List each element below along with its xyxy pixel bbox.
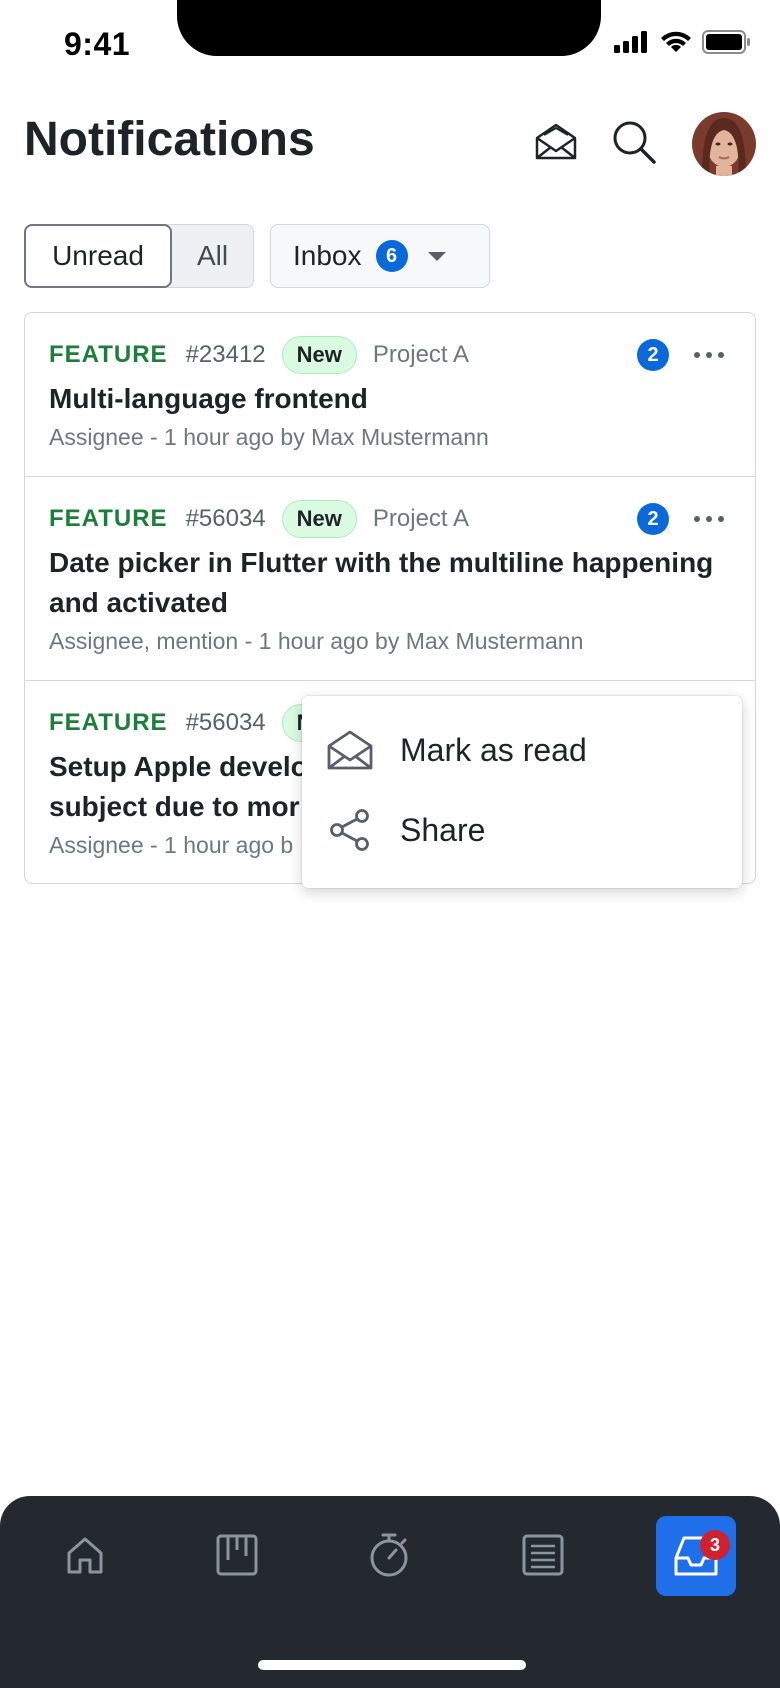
inbox-count-badge: 6: [375, 240, 408, 272]
nav-list[interactable]: [504, 1516, 582, 1594]
nav-inbox[interactable]: 3: [656, 1516, 736, 1596]
notification-project: Project A: [372, 505, 469, 532]
wifi-icon: [661, 31, 691, 52]
status-icons: [614, 30, 752, 54]
more-dot: [694, 516, 700, 522]
nav-timer[interactable]: [350, 1516, 428, 1594]
notification-subtitle: Assignee - 1 hour ago by Max Mustermann: [49, 424, 489, 450]
inbox-dropdown-label: Inbox: [293, 240, 362, 271]
status-time: 9:41: [64, 26, 131, 62]
stopwatch-icon: [370, 1533, 408, 1577]
more-options-button[interactable]: [687, 339, 731, 371]
share-icon: [326, 806, 374, 854]
status-badge: New: [281, 500, 357, 538]
notification-meta: FEATURE #56034 New Project A: [49, 499, 731, 539]
notification-type: FEATURE: [49, 709, 168, 736]
envelope-open-icon: [535, 123, 577, 160]
notification-title: Multi-language frontend: [49, 383, 368, 414]
filter-all-tab[interactable]: All: [172, 225, 253, 287]
notification-row[interactable]: FEATURE #56034 New Project A Date picker…: [25, 477, 755, 681]
inbox-badge: 3: [700, 1530, 730, 1560]
search-button[interactable]: [604, 112, 664, 172]
signal-icon: [614, 31, 647, 53]
battery-icon: [702, 30, 750, 54]
list-icon: [522, 1534, 564, 1576]
notification-row[interactable]: FEATURE #23412 New Project A Multi-langu…: [25, 313, 755, 477]
home-icon: [67, 1537, 103, 1574]
menu-item-label: Mark as read: [400, 731, 587, 768]
more-dot: [718, 352, 724, 358]
mark-all-read-button[interactable]: [526, 112, 586, 172]
notification-title: Date picker in Flutter with the multilin…: [49, 547, 714, 618]
home-indicator: [258, 1660, 526, 1670]
page-title: Notifications: [24, 113, 315, 166]
more-dot: [706, 516, 712, 522]
more-dot: [694, 352, 700, 358]
nav-board[interactable]: [198, 1516, 276, 1594]
notification-number: #56034: [185, 709, 266, 736]
avatar[interactable]: [692, 112, 756, 176]
chevron-down-icon: [427, 251, 446, 261]
notification-type: FEATURE: [49, 505, 168, 532]
status-badge: New: [281, 336, 357, 374]
device-notch: [177, 0, 601, 56]
notification-count-badge: 2: [637, 339, 669, 371]
notification-number: #23412: [185, 341, 266, 368]
notification-subtitle: Assignee, mention - 1 hour ago by Max Mu…: [49, 628, 584, 654]
mark-as-read-menu-item[interactable]: Mark as read: [302, 710, 742, 790]
search-icon: [613, 121, 656, 164]
notification-project: Project A: [372, 341, 469, 368]
more-dot: [718, 516, 724, 522]
notification-type: FEATURE: [49, 341, 168, 368]
notification-meta: FEATURE #23412 New Project A: [49, 335, 731, 375]
more-options-button[interactable]: [687, 503, 731, 535]
menu-item-label: Share: [400, 811, 486, 848]
more-dot: [706, 352, 712, 358]
share-menu-item[interactable]: Share: [302, 790, 742, 870]
nav-home[interactable]: [46, 1516, 124, 1594]
notification-number: #56034: [185, 505, 266, 532]
notification-context-menu: Mark as read Share: [302, 696, 742, 888]
notification-count-badge: 2: [637, 503, 669, 535]
user-avatar-image: [692, 112, 756, 176]
envelope-open-icon: [326, 726, 374, 774]
inbox-dropdown[interactable]: Inbox 6: [270, 224, 490, 288]
board-icon: [216, 1534, 258, 1576]
filter-unread-tab[interactable]: Unread: [24, 224, 172, 288]
read-filter-segmented-control: Unread All: [24, 224, 254, 288]
